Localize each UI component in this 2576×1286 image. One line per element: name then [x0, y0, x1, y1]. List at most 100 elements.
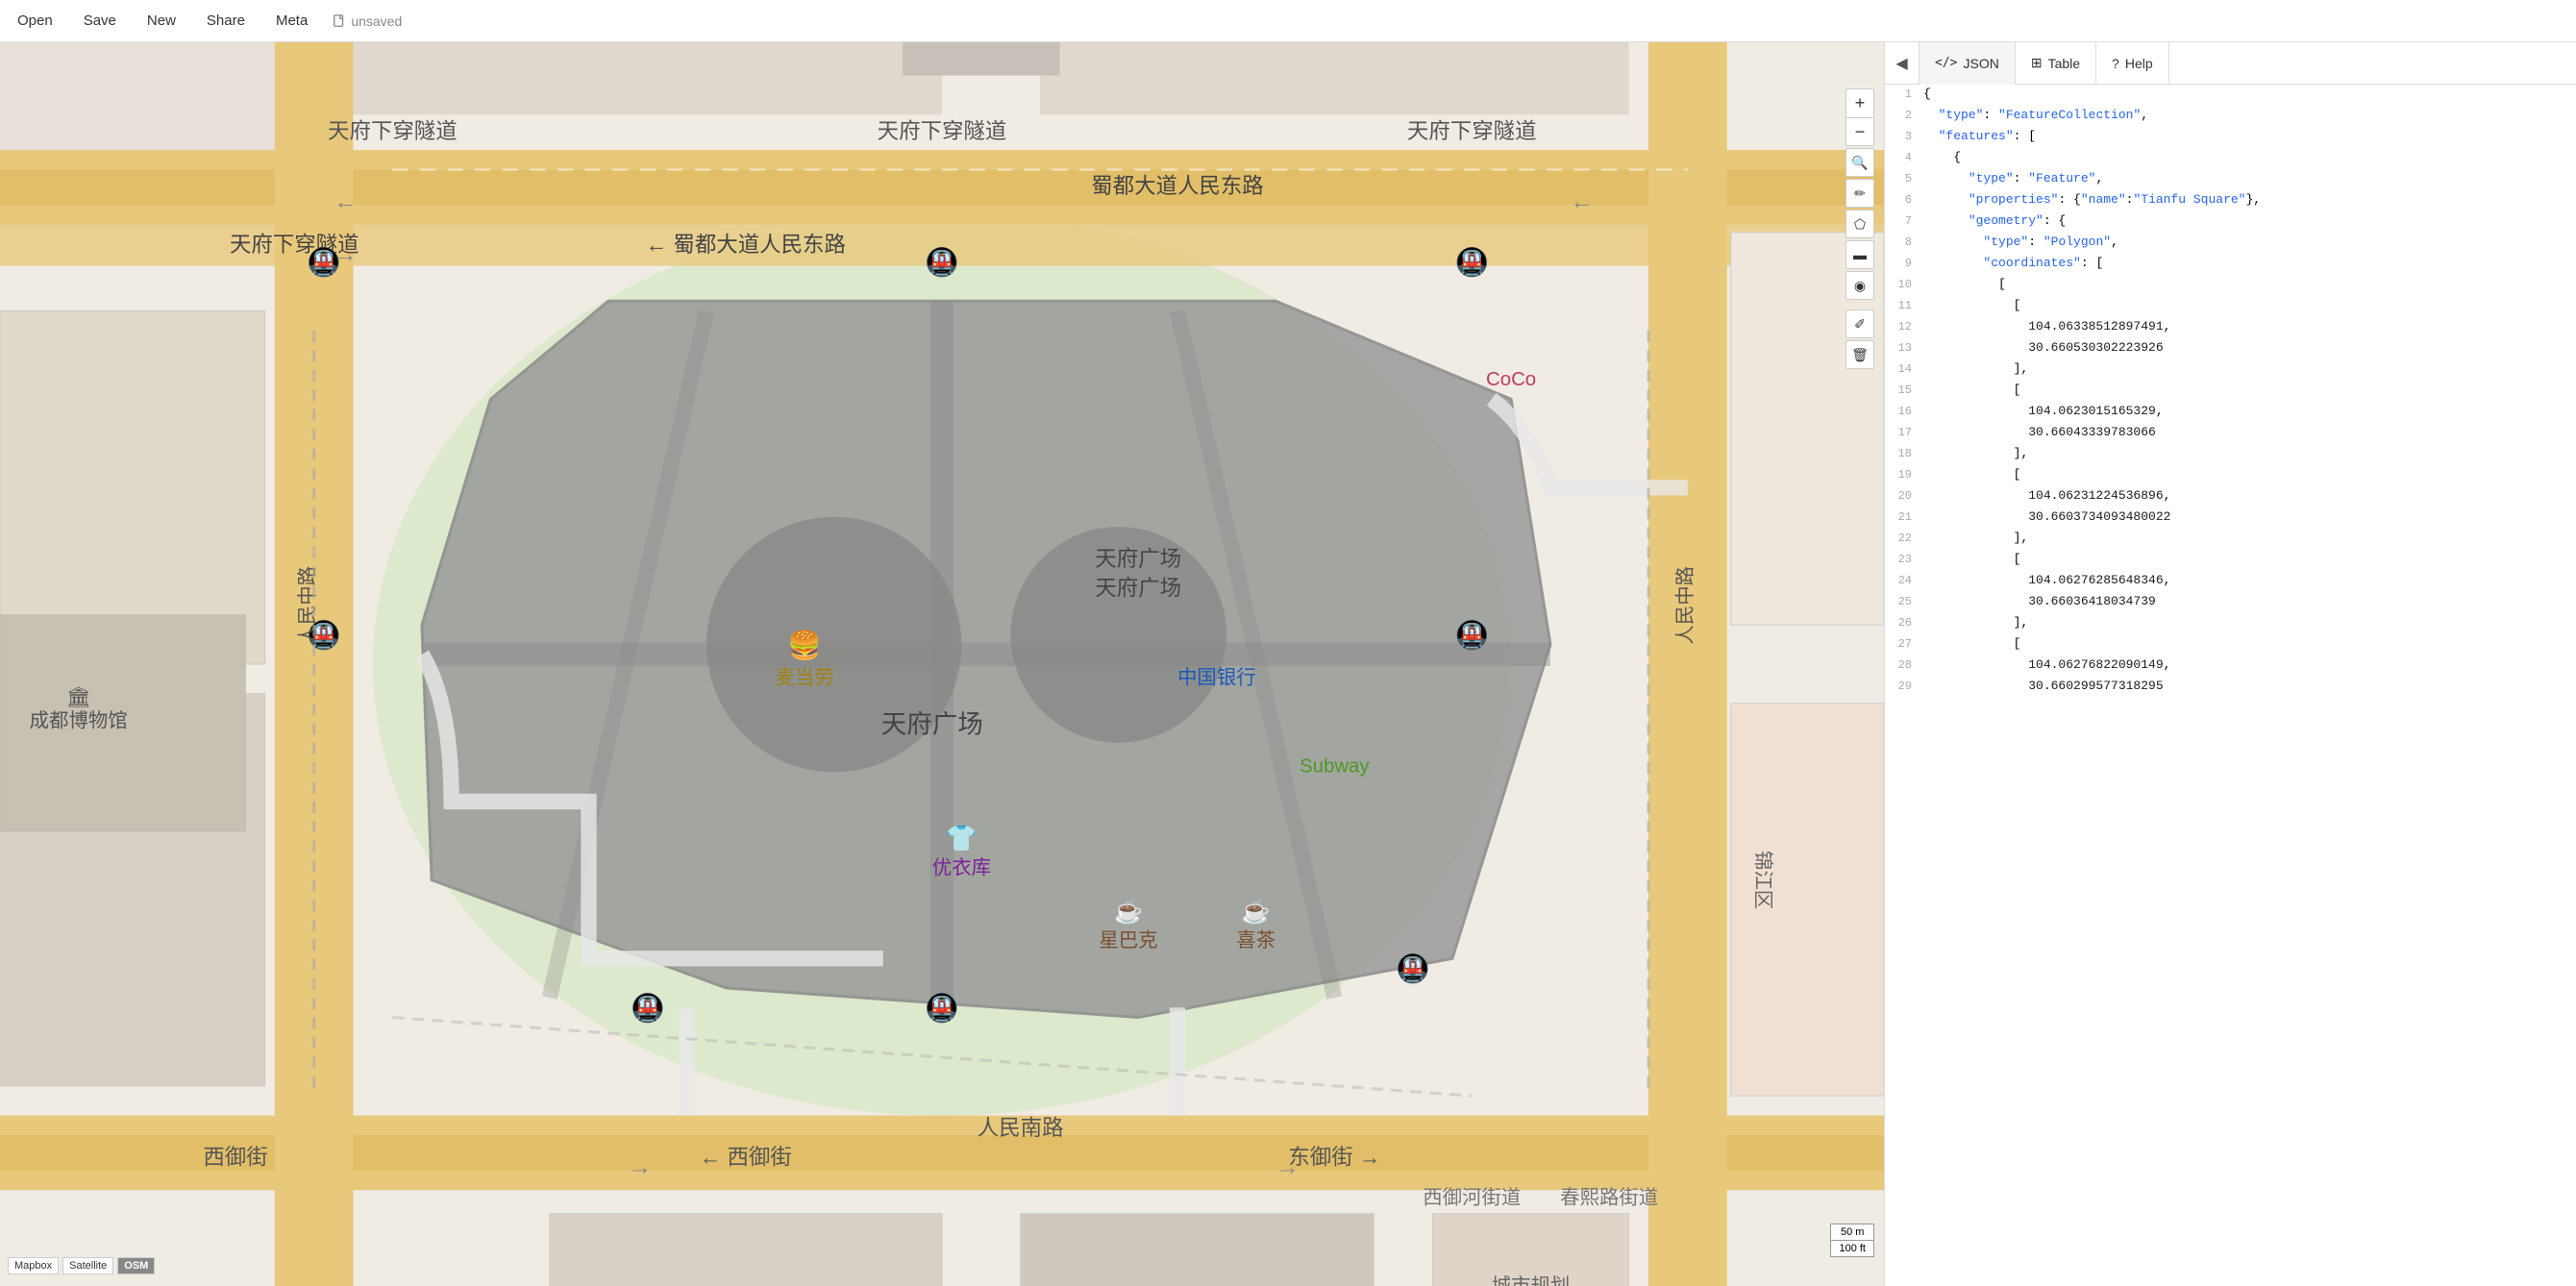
- svg-text:👕: 👕: [946, 824, 978, 853]
- basemap-mapbox-button[interactable]: Mapbox: [8, 1257, 59, 1274]
- json-line: 1{: [1885, 85, 2576, 106]
- svg-text:优衣库: 优衣库: [932, 856, 991, 878]
- meta-button[interactable]: Meta: [270, 9, 313, 33]
- svg-text:🍔: 🍔: [787, 630, 822, 661]
- svg-text:天府广场: 天府广场: [881, 709, 983, 738]
- map-container[interactable]: 毛主席像 ▲ 🏛 成都博物馆 城市之心: [0, 42, 1884, 1286]
- json-line: 6 "properties": {"name":"Tianfu Square"}…: [1885, 190, 2576, 211]
- json-line: 24 104.06276285648346,: [1885, 571, 2576, 592]
- json-line: 28 104.06276822090149,: [1885, 655, 2576, 677]
- svg-text:西御街: 西御街: [203, 1146, 267, 1170]
- json-line: 13 30.660530302223926: [1885, 338, 2576, 359]
- json-line: 23 [: [1885, 550, 2576, 571]
- tab-table[interactable]: ⊞ Table: [2016, 42, 2096, 85]
- svg-text:☕: ☕: [1241, 897, 1271, 925]
- draw-marker-button[interactable]: ◉: [1845, 271, 1874, 300]
- svg-text:🚇: 🚇: [925, 247, 959, 279]
- svg-text:喜茶: 喜茶: [1236, 929, 1276, 952]
- save-button[interactable]: Save: [78, 9, 122, 33]
- svg-text:西御河街道: 西御河街道: [1423, 1186, 1521, 1208]
- help-tab-label: Help: [2125, 56, 2153, 71]
- svg-text:天府广场: 天府广场: [1095, 547, 1181, 571]
- svg-text:天府下穿隧道: 天府下穿隧道: [1407, 119, 1537, 143]
- scale-50m: 50 m: [1831, 1224, 1873, 1241]
- tab-json[interactable]: </> JSON: [1920, 42, 2016, 85]
- json-line: 21 30.6603734093480022: [1885, 507, 2576, 529]
- json-line: 4 {: [1885, 148, 2576, 169]
- panel-header: ◀ </> JSON ⊞ Table ? Help: [1885, 42, 2576, 85]
- svg-text:Subway: Subway: [1300, 755, 1370, 777]
- svg-text:🚇: 🚇: [1454, 620, 1489, 652]
- json-tab-label: JSON: [1963, 56, 1998, 71]
- json-line: 26 ],: [1885, 613, 2576, 634]
- share-button[interactable]: Share: [201, 9, 251, 33]
- svg-text:春熙路街道: 春熙路街道: [1560, 1186, 1658, 1208]
- draw-polygon-button[interactable]: ⬠: [1845, 210, 1874, 238]
- svg-text:城市规划: 城市规划: [1492, 1274, 1571, 1286]
- svg-text:→: →: [1276, 1154, 1300, 1180]
- json-line: 19 [: [1885, 465, 2576, 486]
- svg-text:CoCo: CoCo: [1486, 369, 1536, 390]
- json-line: 25 30.66036418034739: [1885, 592, 2576, 613]
- svg-text:中国银行: 中国银行: [1177, 666, 1256, 688]
- table-tab-label: Table: [2048, 56, 2080, 71]
- zoom-out-button[interactable]: −: [1845, 117, 1874, 146]
- json-line: 22 ],: [1885, 529, 2576, 550]
- tab-help[interactable]: ? Help: [2096, 42, 2169, 85]
- svg-text:天府下穿隧道: 天府下穿隧道: [328, 119, 458, 143]
- json-line: 14 ],: [1885, 359, 2576, 381]
- json-line: 10 [: [1885, 275, 2576, 296]
- json-line: 7 "geometry": {: [1885, 211, 2576, 233]
- json-line: 8 "type": "Polygon",: [1885, 233, 2576, 254]
- edit-button[interactable]: ✐: [1845, 309, 1874, 338]
- zoom-controls: + −: [1845, 88, 1874, 146]
- draw-rect-button[interactable]: ▬: [1845, 240, 1874, 269]
- svg-text:← 蜀都大道人民东路: ← 蜀都大道人民东路: [646, 233, 846, 257]
- json-line: 16 104.0623015165329,: [1885, 402, 2576, 423]
- svg-text:🚇: 🚇: [925, 993, 959, 1025]
- table-tab-icon: ⊞: [2031, 55, 2043, 71]
- open-button[interactable]: Open: [12, 9, 59, 33]
- svg-text:锦江区: 锦江区: [1751, 851, 1773, 909]
- main-area: 毛主席像 ▲ 🏛 成都博物馆 城市之心: [0, 42, 2576, 1286]
- svg-text:星巴克: 星巴克: [1099, 929, 1157, 952]
- svg-text:东御街 →: 东御街 →: [1288, 1146, 1380, 1170]
- json-line: 18 ],: [1885, 444, 2576, 465]
- svg-text:天府下穿隧道: 天府下穿隧道: [878, 119, 1007, 143]
- collapse-panel-button[interactable]: ◀: [1885, 42, 1920, 85]
- json-line: 11 [: [1885, 296, 2576, 317]
- scale-bar: 50 m 100 ft: [1830, 1224, 1874, 1257]
- basemap-satellite-button[interactable]: Satellite: [62, 1257, 113, 1274]
- svg-text:成都博物馆: 成都博物馆: [30, 709, 128, 731]
- basemap-toggle: Mapbox Satellite OSM: [8, 1257, 155, 1274]
- json-editor[interactable]: 1{2 "type": "FeatureCollection",3 "featu…: [1885, 85, 2576, 1286]
- json-tab-icon: </>: [1935, 56, 1957, 70]
- json-line: 3 "features": [: [1885, 127, 2576, 148]
- json-line: 2 "type": "FeatureCollection",: [1885, 106, 2576, 127]
- svg-text:蜀都大道人民东路: 蜀都大道人民东路: [1091, 174, 1264, 198]
- map-tools: 🔍 ✏ ⬠ ▬ ◉ ✐ 🗑: [1845, 148, 1874, 369]
- zoom-in-button[interactable]: +: [1845, 88, 1874, 117]
- json-line: 29 30.660299577318295: [1885, 677, 2576, 698]
- help-tab-icon: ?: [2112, 56, 2119, 71]
- scale-100ft: 100 ft: [1831, 1241, 1873, 1256]
- draw-line-button[interactable]: ✏: [1845, 179, 1874, 208]
- json-line: 15 [: [1885, 381, 2576, 402]
- svg-text:→: →: [334, 241, 358, 267]
- svg-text:人民南路: 人民南路: [978, 1116, 1064, 1140]
- unsaved-label: unsaved: [351, 13, 402, 29]
- svg-text:☕: ☕: [1114, 897, 1144, 925]
- svg-text:← 西御街: ← 西御街: [700, 1146, 792, 1170]
- json-line: 20 104.06231224536896,: [1885, 486, 2576, 507]
- file-icon: [333, 14, 346, 28]
- svg-text:🚇: 🚇: [631, 993, 665, 1025]
- svg-text:🚇: 🚇: [1396, 953, 1430, 985]
- svg-text:←: ←: [1570, 188, 1594, 214]
- svg-text:→: →: [628, 1154, 652, 1180]
- search-tool-button[interactable]: 🔍: [1845, 148, 1874, 177]
- basemap-osm-button[interactable]: OSM: [117, 1257, 155, 1274]
- new-button[interactable]: New: [141, 9, 182, 33]
- delete-button[interactable]: 🗑: [1845, 340, 1874, 369]
- unsaved-indicator: unsaved: [333, 13, 402, 29]
- toolbar: Open Save New Share Meta unsaved: [0, 0, 2576, 42]
